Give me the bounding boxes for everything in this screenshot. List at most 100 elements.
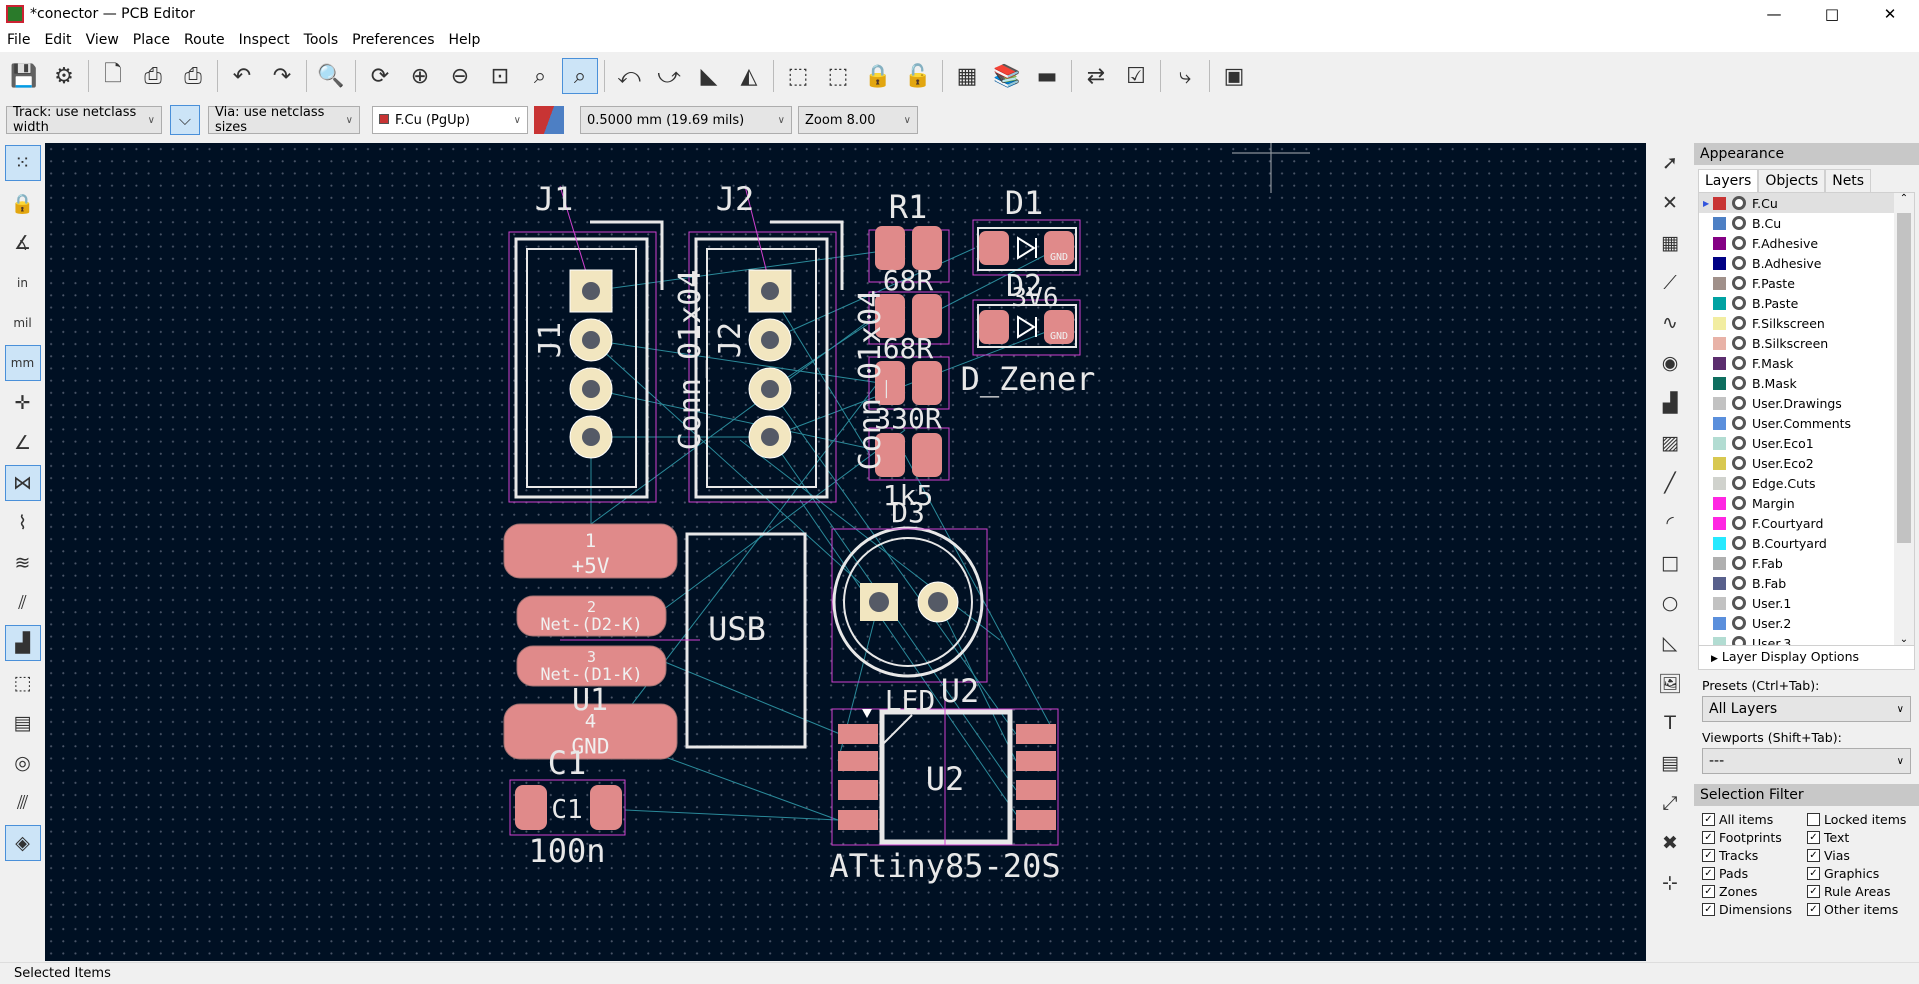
layer-row[interactable]: User.Eco2: [1699, 453, 1914, 473]
checkbox[interactable]: [1807, 813, 1820, 826]
zone-fill-icon[interactable]: ▟: [4, 625, 41, 661]
layer-row[interactable]: F.Adhesive: [1699, 233, 1914, 253]
menu-tools[interactable]: Tools: [297, 32, 346, 48]
polar-coords-icon[interactable]: ∡: [5, 225, 41, 261]
layer-color-swatch[interactable]: [1713, 516, 1726, 530]
grid-size-select[interactable]: 0.5000 mm (19.69 mils) ∨: [580, 106, 792, 134]
inches-icon[interactable]: in: [5, 265, 41, 301]
layer-row[interactable]: F.Mask: [1699, 353, 1914, 373]
filter-dimensions[interactable]: ✓ Dimensions: [1702, 902, 1807, 917]
layer-row[interactable]: B.Courtyard: [1699, 533, 1914, 553]
eye-icon[interactable]: [1732, 376, 1746, 390]
filter-vias[interactable]: ✓ Vias: [1807, 848, 1917, 863]
layer-color-swatch[interactable]: [1713, 576, 1726, 590]
smd-pad[interactable]: [912, 433, 942, 477]
layer-row[interactable]: ▶ F.Cu: [1699, 193, 1914, 213]
angle-constraint-icon[interactable]: ∠: [5, 425, 41, 461]
menu-place[interactable]: Place: [126, 32, 177, 48]
filter-footprints[interactable]: ✓ Footprints: [1702, 830, 1807, 845]
drill-hole[interactable]: [761, 380, 779, 398]
drill-hole[interactable]: [582, 282, 600, 300]
smd-pad[interactable]: [912, 361, 942, 405]
menu-file[interactable]: File: [0, 32, 37, 48]
layer-color-swatch[interactable]: [1713, 396, 1726, 410]
diode-symbol[interactable]: [1017, 315, 1037, 339]
pin1-triangle-icon[interactable]: [862, 709, 872, 718]
drill-hole[interactable]: [582, 380, 600, 398]
millimeters-icon[interactable]: mm: [4, 345, 41, 381]
filter-all-items[interactable]: ✓ All items: [1702, 812, 1807, 827]
pcb-canvas[interactable]: GND GND 1 +5V 2 Net-(D2-K) 3 Net-(D1-K) 4 GND J1 …: [45, 143, 1646, 961]
auto-track-width-button[interactable]: ⌵: [170, 105, 200, 135]
layer-color-swatch[interactable]: [1713, 216, 1726, 230]
save-icon[interactable]: 💾: [6, 58, 42, 94]
lock-icon[interactable]: 🔒: [860, 58, 896, 94]
drill-hole[interactable]: [582, 331, 600, 349]
via-size-select[interactable]: Via: use netclass sizes ∨: [208, 105, 360, 135]
pad-display-icon[interactable]: ▤: [5, 705, 41, 741]
layer-row[interactable]: F.Fab: [1699, 553, 1914, 573]
layer-row[interactable]: B.Cu: [1699, 213, 1914, 233]
net-inspector-icon[interactable]: ▦: [949, 58, 985, 94]
drill-hole[interactable]: [761, 282, 779, 300]
viewports-select[interactable]: --- ∨: [1702, 748, 1911, 774]
filter-other-items[interactable]: ✓ Other items: [1807, 902, 1917, 917]
ungroup-icon[interactable]: ⬚: [820, 58, 856, 94]
layer-row[interactable]: Margin: [1699, 493, 1914, 513]
zoom-out-icon[interactable]: ⊖: [442, 58, 478, 94]
filter-pads[interactable]: ✓ Pads: [1702, 866, 1807, 881]
u2-pad[interactable]: [838, 751, 878, 771]
layer-color-swatch[interactable]: [1713, 256, 1726, 270]
presets-select[interactable]: All Layers ∨: [1702, 696, 1911, 722]
layer-row[interactable]: User.Comments: [1699, 413, 1914, 433]
filter-text[interactable]: ✓ Text: [1807, 830, 1917, 845]
layer-color-swatch[interactable]: [1713, 336, 1726, 350]
layer-list-scrollbar[interactable]: ⌃ ⌄: [1894, 193, 1914, 645]
tab-layers[interactable]: Layers: [1698, 169, 1759, 192]
eye-icon[interactable]: [1732, 296, 1746, 310]
draw-polygon-icon[interactable]: ◺: [1652, 625, 1688, 661]
layer-color-swatch[interactable]: [1713, 496, 1726, 510]
eye-icon[interactable]: [1732, 536, 1746, 550]
cursor-icon[interactable]: ✛: [5, 385, 41, 421]
layer-row[interactable]: User.3: [1699, 633, 1914, 645]
route-icon[interactable]: ⤷: [1167, 58, 1203, 94]
smd-pad[interactable]: [979, 231, 1009, 265]
u2-pad[interactable]: [1016, 780, 1056, 800]
eye-icon[interactable]: [1732, 316, 1746, 330]
rule-area-icon[interactable]: ▨: [1652, 425, 1688, 461]
checkbox[interactable]: ✓: [1702, 903, 1715, 916]
page-settings-icon[interactable]: 🗋: [95, 58, 131, 94]
menu-view[interactable]: View: [79, 32, 126, 48]
layer-row[interactable]: B.Mask: [1699, 373, 1914, 393]
layer-color-swatch[interactable]: [1713, 196, 1726, 210]
print-icon[interactable]: ⎙: [135, 58, 171, 94]
layer-row[interactable]: B.Adhesive: [1699, 253, 1914, 273]
plot-icon[interactable]: ⎙: [175, 58, 211, 94]
drill-hole[interactable]: [761, 331, 779, 349]
layer-row[interactable]: User.Drawings: [1699, 393, 1914, 413]
checkbox[interactable]: ✓: [1807, 885, 1820, 898]
zoom-selection-icon[interactable]: ⌕: [562, 58, 598, 94]
track-width-select[interactable]: Track: use netclass width ∨: [6, 105, 162, 135]
eye-icon[interactable]: [1732, 556, 1746, 570]
minimize-button[interactable]: —: [1745, 0, 1803, 28]
eye-icon[interactable]: [1732, 396, 1746, 410]
layer-color-swatch[interactable]: [1713, 556, 1726, 570]
layer-color-swatch[interactable]: [1713, 456, 1726, 470]
eye-icon[interactable]: [1732, 416, 1746, 430]
tab-objects[interactable]: Objects: [1758, 169, 1826, 192]
layer-row[interactable]: B.Fab: [1699, 573, 1914, 593]
eye-icon[interactable]: [1732, 216, 1746, 230]
layer-row[interactable]: User.2: [1699, 613, 1914, 633]
c1-pad[interactable]: [515, 785, 547, 830]
undo-icon[interactable]: ↶: [224, 58, 260, 94]
scroll-thumb[interactable]: [1897, 213, 1911, 543]
unlock-icon[interactable]: 🔓: [900, 58, 936, 94]
checkbox[interactable]: ✓: [1702, 831, 1715, 844]
u2-pad[interactable]: [838, 780, 878, 800]
add-textbox-icon[interactable]: ▤: [1652, 745, 1688, 781]
layer-row[interactable]: B.Silkscreen: [1699, 333, 1914, 353]
layer-color-swatch[interactable]: [1713, 236, 1726, 250]
eye-icon[interactable]: [1732, 436, 1746, 450]
